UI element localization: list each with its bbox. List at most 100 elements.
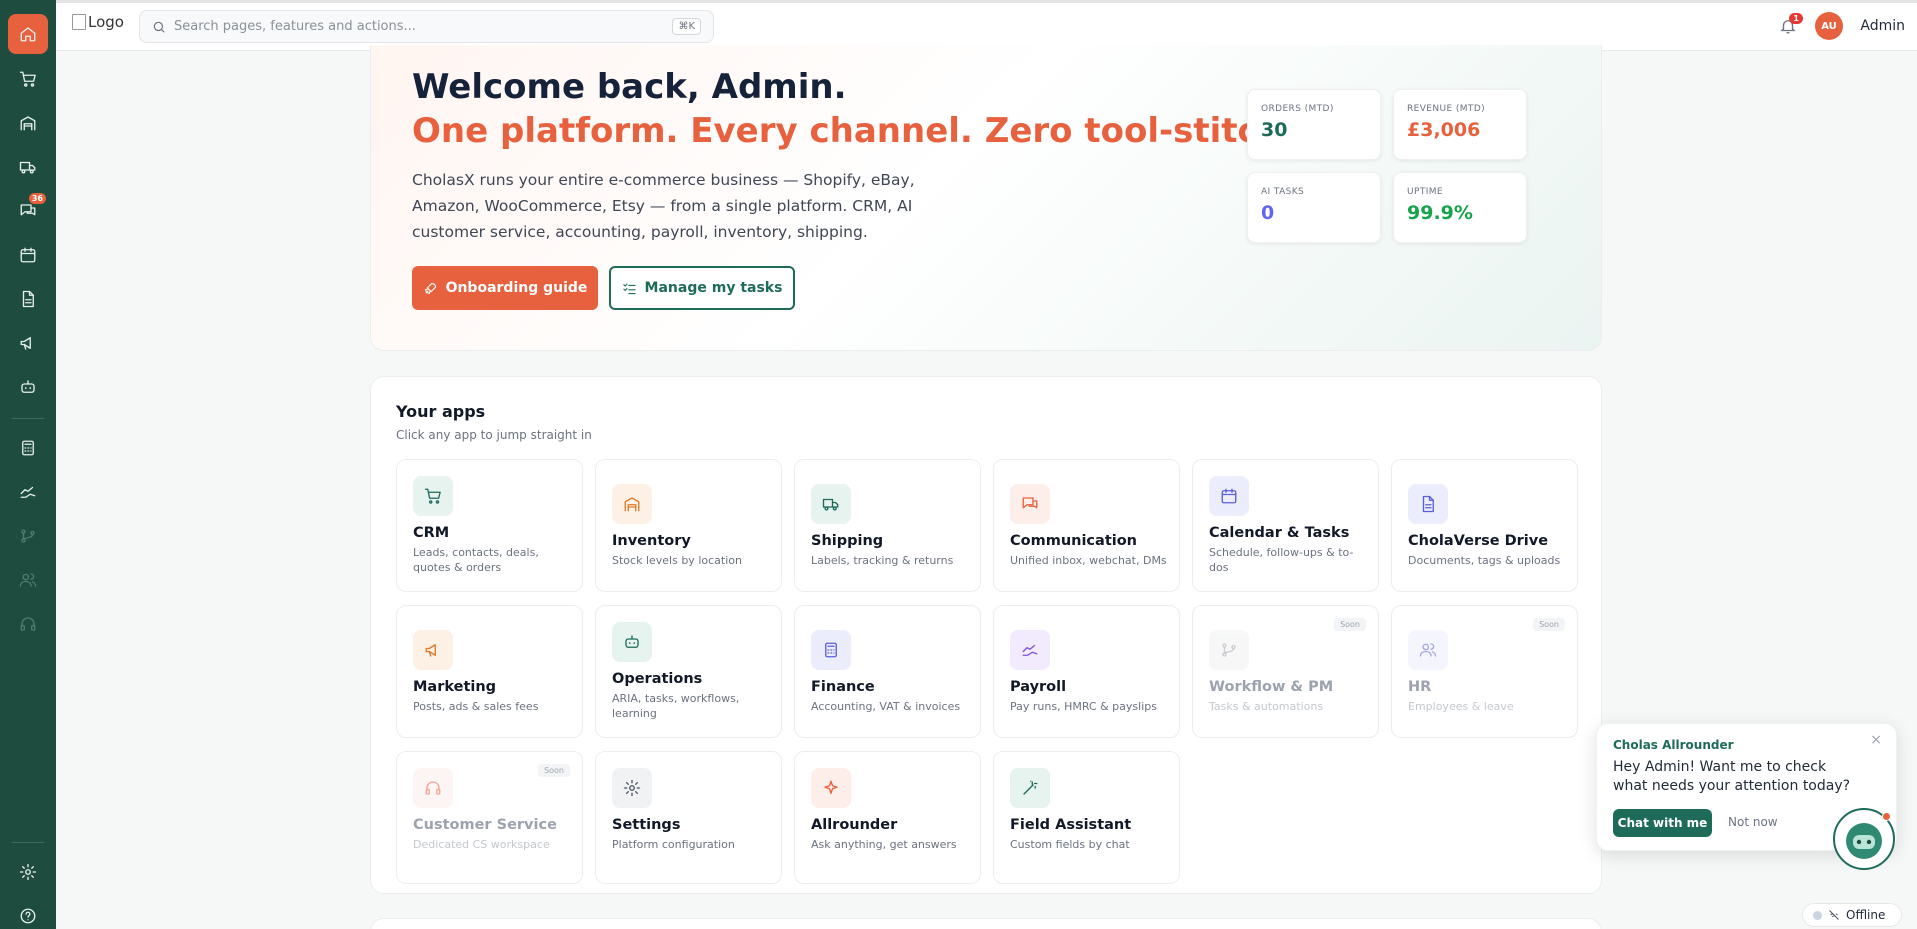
stat-value: £3,006: [1407, 119, 1481, 141]
notification-badge: 1: [1789, 13, 1803, 24]
close-icon[interactable]: ×: [1870, 732, 1882, 748]
calculator-icon: [825, 642, 837, 658]
assistant-message: Hey Admin! Want me to check what needs y…: [1613, 759, 1851, 794]
stat-card-ai-tasks[interactable]: AI TASKS 0: [1247, 172, 1381, 243]
onboarding-guide-button[interactable]: Onboarding guide: [412, 266, 598, 310]
connection-status[interactable]: Offline: [1802, 903, 1902, 927]
search-input[interactable]: Search pages, features and actions... ⌘K: [139, 10, 714, 43]
app-tile-hr[interactable]: Soon HR Employees & leave: [1391, 605, 1578, 738]
app-tile-field-assistant[interactable]: Field Assistant Custom fields by chat: [993, 751, 1180, 884]
sidebar-item-settings[interactable]: [8, 852, 48, 892]
app-tile-calendar-tasks[interactable]: Calendar & Tasks Schedule, follow-ups & …: [1192, 459, 1379, 592]
users-icon: [19, 573, 37, 587]
sidebar-item-calendar[interactable]: [8, 235, 48, 275]
app-icon: [1010, 630, 1050, 670]
app-icon: [1209, 476, 1249, 516]
app-name: Field Assistant: [1010, 817, 1132, 833]
app-icon: [1010, 484, 1050, 524]
app-icon: [612, 484, 652, 524]
app-icon: [811, 484, 851, 524]
sidebar-item-communication[interactable]: 36: [8, 191, 48, 231]
app-tile-crm[interactable]: CRM Leads, contacts, deals, quotes & ord…: [396, 459, 583, 592]
assistant-launcher[interactable]: [1833, 808, 1895, 870]
app-description: Schedule, follow-ups & to-dos: [1209, 546, 1354, 574]
sidebar-item-crm[interactable]: [8, 59, 48, 99]
broken-image-icon: [72, 14, 86, 30]
app-name: Customer Service: [413, 817, 557, 833]
app-icon: [811, 630, 851, 670]
notifications-button[interactable]: 1: [1779, 13, 1803, 39]
app-icon: [413, 768, 453, 808]
app-tile-settings[interactable]: Settings Platform configuration: [595, 751, 782, 884]
app-name: Workflow & PM: [1209, 679, 1334, 695]
sidebar-item-marketing[interactable]: [8, 323, 48, 363]
chat-with-me-button[interactable]: Chat with me: [1613, 809, 1712, 837]
stat-card-uptime[interactable]: UPTIME 99.9%: [1393, 172, 1527, 243]
apps-subtitle: Click any app to jump straight in: [396, 428, 592, 442]
app-tile-inventory[interactable]: Inventory Stock levels by location: [595, 459, 782, 592]
welcome-hero: Welcome back, Admin. One platform. Every…: [370, 45, 1602, 351]
sidebar-item-hr[interactable]: [8, 560, 48, 600]
bot-icon: [21, 380, 35, 393]
avatar[interactable]: AU: [1815, 12, 1843, 40]
app-tile-workflow-pm[interactable]: Soon Workflow & PM Tasks & automations: [1192, 605, 1379, 738]
app-description: Tasks & automations: [1209, 700, 1324, 713]
stat-value: 30: [1261, 119, 1288, 141]
truck-icon: [19, 161, 36, 174]
logo[interactable]: Logo: [72, 13, 124, 31]
app-tile-communication[interactable]: Communication Unified inbox, webchat, DM…: [993, 459, 1180, 592]
app-description: Dedicated CS workspace: [413, 838, 550, 851]
app-icon: [612, 622, 652, 662]
calendar-icon: [20, 247, 36, 263]
app-description: Leads, contacts, deals, quotes & orders: [413, 546, 539, 574]
sidebar-item-workflow[interactable]: [8, 516, 48, 556]
megaphone-icon: [20, 337, 31, 350]
document-icon: [1422, 495, 1434, 513]
app-name: Allrounder: [811, 817, 898, 833]
app-tile-shipping[interactable]: Shipping Labels, tracking & returns: [794, 459, 981, 592]
workflow-icon: [21, 529, 35, 543]
sidebar-item-inventory[interactable]: [8, 103, 48, 143]
sidebar-item-drive[interactable]: [8, 279, 48, 319]
app-name: CholaVerse Drive: [1408, 533, 1549, 549]
app-tile-allrounder[interactable]: Allrounder Ask anything, get answers: [794, 751, 981, 884]
app-tile-payroll[interactable]: Payroll Pay runs, HMRC & payslips: [993, 605, 1180, 738]
stat-label: REVENUE (MTD): [1407, 104, 1486, 114]
app-tile-finance[interactable]: Finance Accounting, VAT & invoices: [794, 605, 981, 738]
not-now-link[interactable]: Not now: [1728, 815, 1778, 829]
gear-icon: [623, 779, 641, 797]
app-description: Platform configuration: [612, 838, 735, 851]
sidebar-item-customer-service[interactable]: [8, 604, 48, 644]
status-dot: [1813, 910, 1822, 920]
sidebar-item-operations[interactable]: [8, 367, 48, 407]
app-description: Stock levels by location: [612, 554, 742, 567]
sidebar-item-payroll[interactable]: [8, 472, 48, 512]
app-tile-operations[interactable]: Operations ARIA, tasks, workflows, learn…: [595, 605, 782, 738]
sidebar-item-home[interactable]: [8, 14, 48, 54]
search-shortcut: ⌘K: [672, 18, 701, 35]
sidebar-item-shipping[interactable]: [8, 147, 48, 187]
app-tile-marketing[interactable]: Marketing Posts, ads & sales fees: [396, 605, 583, 738]
app-icon: [1408, 484, 1448, 524]
stat-card-revenue[interactable]: REVENUE (MTD) £3,006: [1393, 89, 1527, 160]
stat-card-orders[interactable]: ORDERS (MTD) 30: [1247, 89, 1381, 160]
stat-label: ORDERS (MTD): [1261, 104, 1334, 114]
next-section-card: [370, 918, 1602, 929]
headset-icon: [20, 617, 36, 631]
manage-tasks-button[interactable]: Manage my tasks: [609, 266, 795, 310]
app-tile-cholaverse-drive[interactable]: CholaVerse Drive Documents, tags & uploa…: [1391, 459, 1578, 592]
app-name: Settings: [612, 817, 681, 833]
sidebar-item-help[interactable]: [8, 896, 48, 929]
stat-label: UPTIME: [1407, 187, 1444, 197]
logo-alt-text: Logo: [88, 13, 124, 31]
soon-badge: Soon: [1334, 618, 1366, 631]
document-icon: [22, 290, 34, 308]
chat-icon: [1022, 497, 1038, 509]
sidebar: 36: [0, 0, 56, 929]
user-name[interactable]: Admin: [1860, 18, 1905, 34]
stat-value: 99.9%: [1407, 202, 1473, 224]
sidebar-item-finance[interactable]: [8, 428, 48, 468]
app-tile-customer-service[interactable]: Soon Customer Service Dedicated CS works…: [396, 751, 583, 884]
app-name: Shipping: [811, 533, 884, 549]
megaphone-icon: [425, 644, 436, 657]
